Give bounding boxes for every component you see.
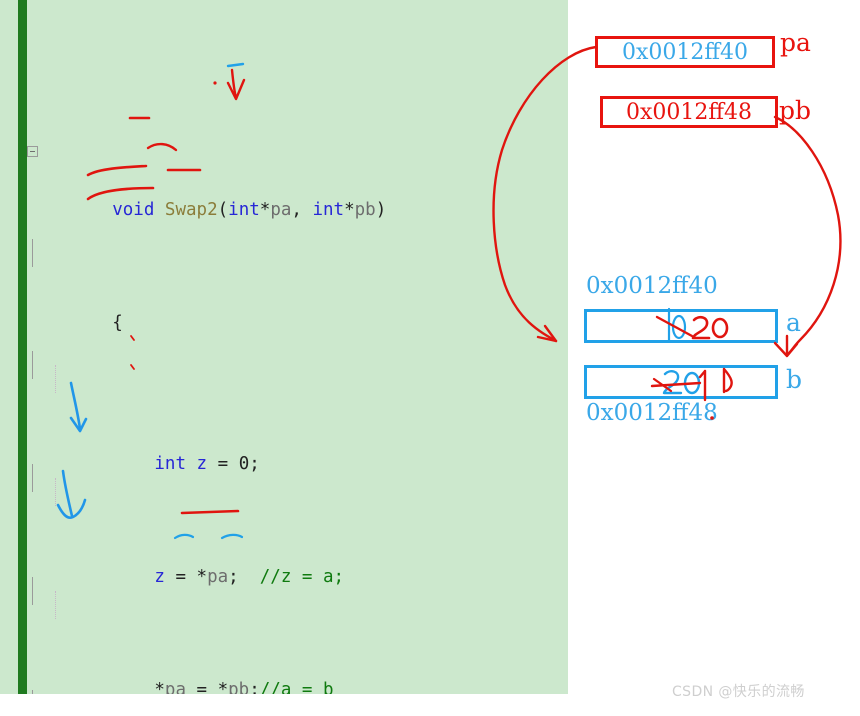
address-label-top: 0x0012ff40 [586,273,718,299]
token-int-pa: int [228,200,260,221]
code-line-4: z = *pa; //z = a; [27,464,568,587]
pointer-label-pb: pb [779,96,812,125]
fold-rail [32,689,33,694]
code-line-5: *pa = *pb;//a = b [27,577,568,694]
fold-rail [32,464,33,493]
token-z: z [196,454,208,475]
code-editor-pane[interactable]: void Swap2(int*pa, int*pb) { int z = 0; … [0,0,568,694]
token-z-assign: z [154,566,165,587]
token-pb-rhs: pb [228,679,250,694]
csdn-watermark: CSDN @快乐的流畅 [672,684,805,700]
value-box-a [584,309,778,343]
editor-change-margin [18,0,27,694]
pointer-box-pb: 0x0012ff48 [600,96,778,128]
token-zero-z: 0 [238,454,250,475]
comment-a-eq-b: //a = b [259,679,334,694]
code-line-1: void Swap2(int*pa, int*pb) [27,140,568,220]
token-swap2-decl: Swap2 [164,200,218,221]
value-label-a: a [786,308,801,337]
code-line-3: int z = 0; [27,351,568,474]
code-content[interactable]: void Swap2(int*pa, int*pb) { int z = 0; … [27,27,568,694]
arrow-pb-to-b-head [773,334,799,358]
token-pa-deref: pa [207,566,229,587]
indent-guide [55,365,56,394]
fold-rail [32,577,33,605]
indent-guide [55,478,56,507]
fold-collapse-icon[interactable] [27,145,38,157]
arrow-pb-to-b [773,115,842,355]
address-label-bottom: 0x0012ff48 [586,400,718,426]
token-int-z: int [154,454,186,475]
value-label-b: b [786,365,803,394]
pointer-box-pa-value: 0x0012ff40 [621,39,749,65]
fold-rail [32,238,33,267]
token-pb-param: pb [354,200,376,221]
token-int-pb: int [312,200,345,221]
pointer-box-pb-value: 0x0012ff48 [625,99,753,125]
code-line-2: { [27,238,568,333]
token-void: void [112,200,155,221]
fold-rail [32,351,33,380]
indent-guide [55,591,56,619]
token-pa-lhs: pa [164,679,186,694]
token-pa-param: pa [270,200,292,221]
pointer-box-pa: 0x0012ff40 [595,36,775,68]
comment-z-eq-a: //z = a; [259,566,345,587]
pointer-label-pa: pa [780,28,811,57]
value-box-b [584,365,778,399]
